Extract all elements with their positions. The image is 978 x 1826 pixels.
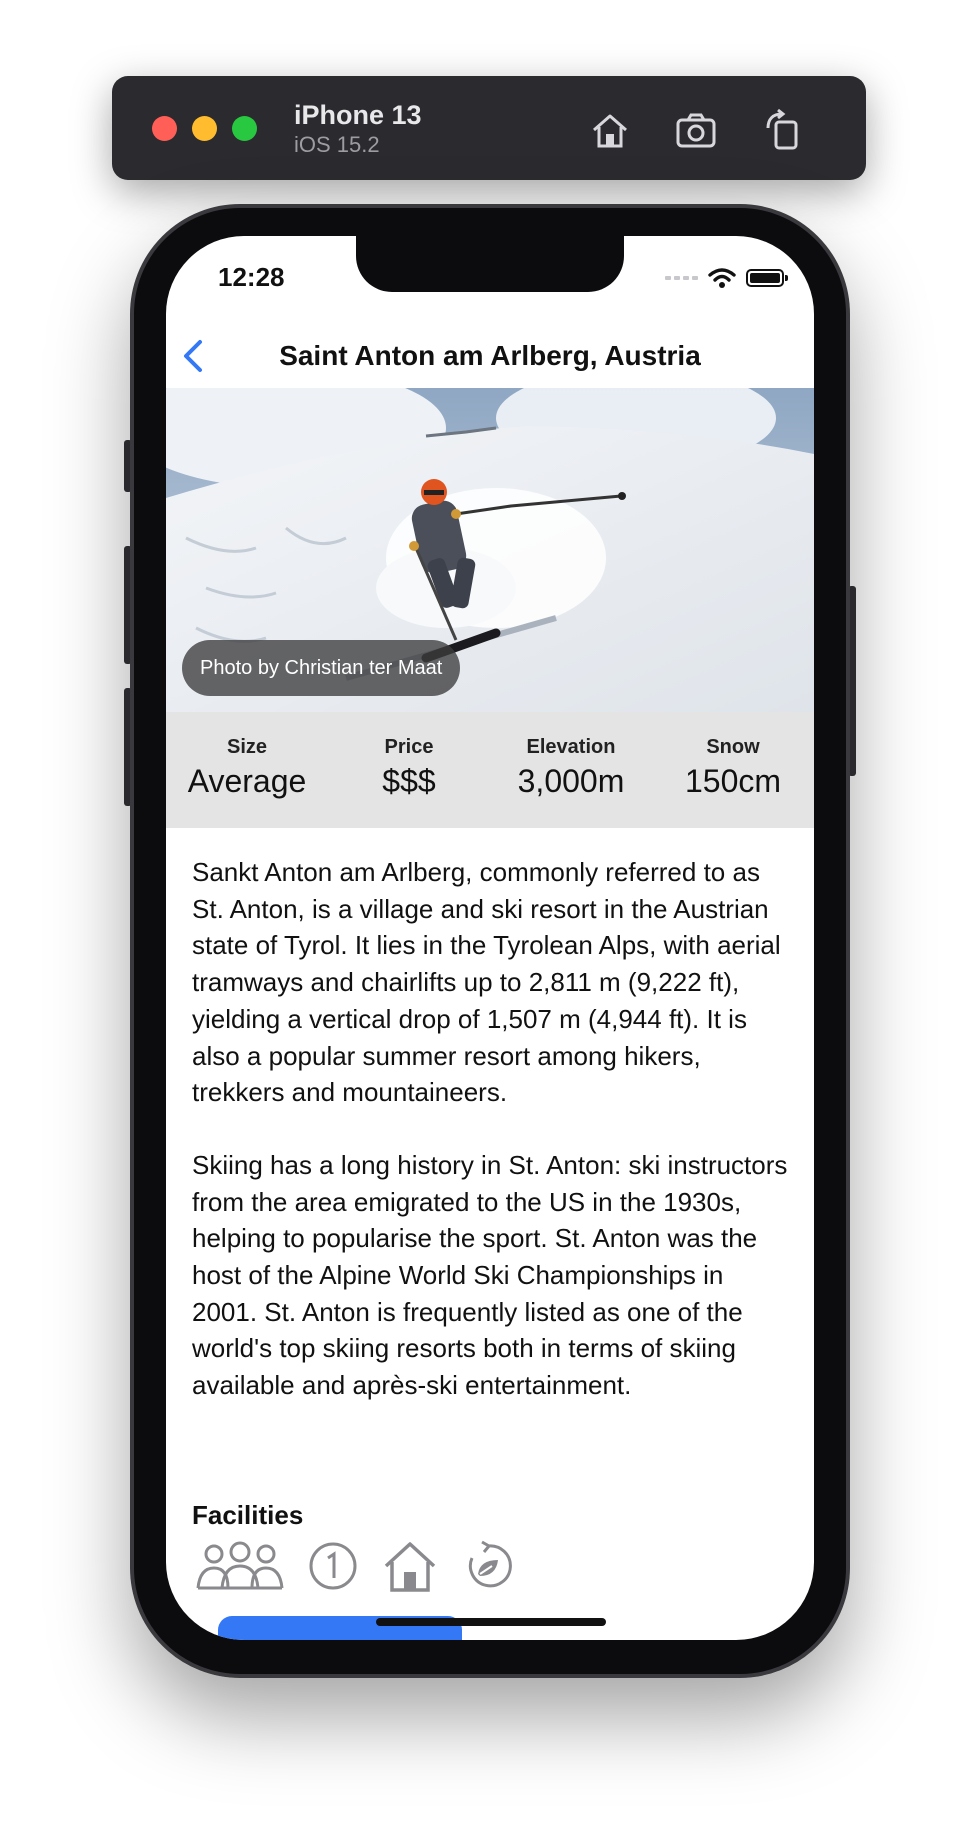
close-window-button[interactable] xyxy=(152,116,177,141)
facilities-title: Facilities xyxy=(192,1500,304,1530)
navigation-bar: Saint Anton am Arlberg, Austria xyxy=(166,326,814,386)
facilities-icons xyxy=(196,1538,514,1594)
os-version: iOS 15.2 xyxy=(294,132,380,157)
page-title: Saint Anton am Arlberg, Austria xyxy=(279,340,701,371)
battery-icon xyxy=(746,269,788,287)
notch xyxy=(356,236,624,292)
stat-label: Price xyxy=(384,736,434,758)
beginner-icon xyxy=(309,1542,357,1590)
stat-price: Price $$$ xyxy=(328,712,490,828)
home-icon[interactable] xyxy=(586,106,634,154)
stat-size: Size Average xyxy=(166,712,328,828)
status-time: 12:28 xyxy=(218,262,285,292)
stat-label: Snow xyxy=(706,736,760,758)
hero-photo: Photo by Christian ter Maat xyxy=(166,388,814,712)
screenshot-icon[interactable] xyxy=(672,106,720,154)
stat-label: Elevation xyxy=(526,736,616,758)
stat-value: $$$ xyxy=(382,763,436,799)
family-icon xyxy=(196,1541,284,1590)
stat-label: Size xyxy=(226,736,268,758)
zoom-window-button[interactable] xyxy=(232,116,257,141)
stat-elevation: Elevation 3,000m xyxy=(490,712,652,828)
device-name: iPhone 13 xyxy=(294,100,422,130)
phone-screen: 12:28 Saint Anton am Arlberg, Austria Ph… xyxy=(166,236,814,1640)
home-indicator xyxy=(376,1618,606,1626)
eco-icon xyxy=(468,1540,512,1588)
description-paragraph: Skiing has a long history in St. Anton: … xyxy=(192,1149,788,1401)
wifi-icon xyxy=(708,268,736,288)
stat-value: 3,000m xyxy=(517,763,625,799)
description: Sankt Anton am Arlberg, commonly referre… xyxy=(192,854,792,1440)
stat-snow: Snow 150cm xyxy=(652,712,814,828)
photo-credit: Photo by Christian ter Maat xyxy=(182,640,461,696)
cellular-icon xyxy=(665,276,698,280)
status-icons xyxy=(665,266,788,290)
stats-bar: Size Average Price $$$ Elevation 3,000m … xyxy=(166,712,814,828)
stat-value: Average xyxy=(187,763,307,799)
accommodation-icon xyxy=(384,1542,436,1592)
description-paragraph: Sankt Anton am Arlberg, commonly referre… xyxy=(192,857,781,1108)
simulator-toolbar: iPhone 13 iOS 15.2 xyxy=(112,76,866,180)
stat-value: 150cm xyxy=(684,763,782,799)
minimize-window-button[interactable] xyxy=(192,116,217,141)
rotate-icon[interactable] xyxy=(758,106,806,154)
